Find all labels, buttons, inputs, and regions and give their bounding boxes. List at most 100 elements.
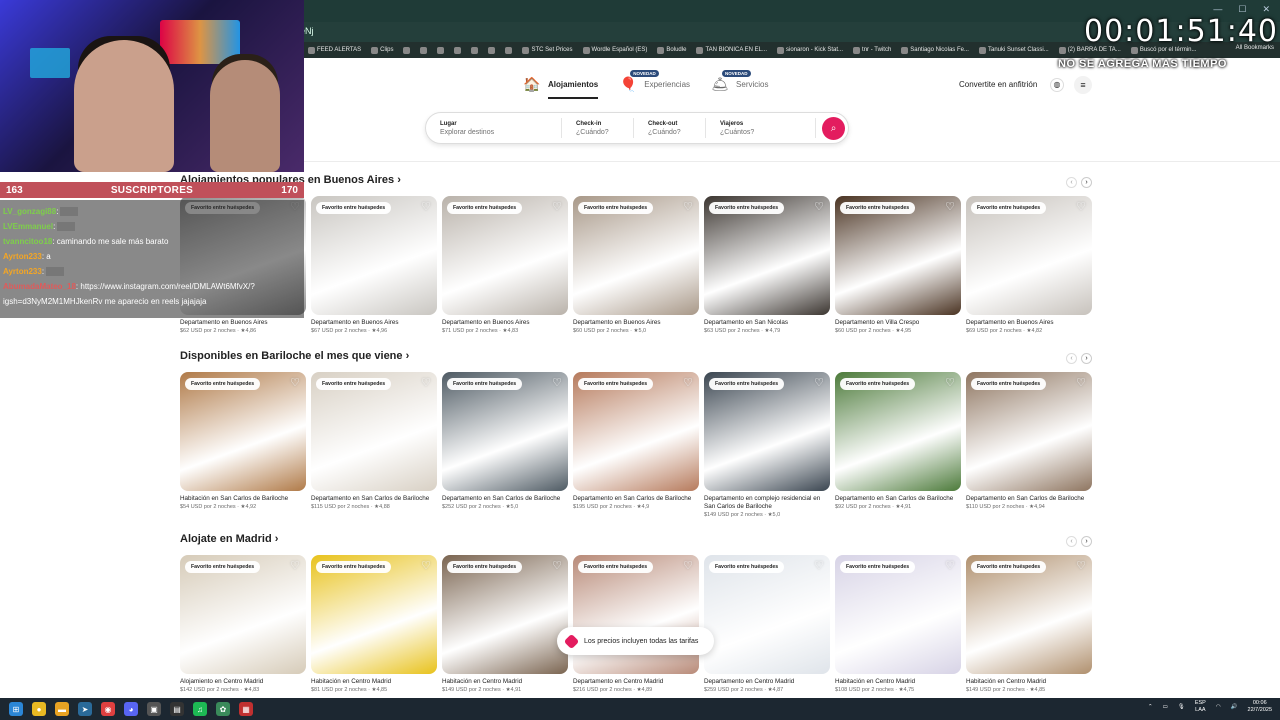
bookmark-item[interactable] [437, 46, 445, 54]
section-title[interactable]: Alojate en Madrid › [180, 533, 278, 545]
listing-photo[interactable]: Favorito entre huéspedes ♡ [180, 372, 306, 491]
listing-photo[interactable]: Favorito entre huéspedes ♡ [835, 196, 961, 315]
discord-icon[interactable]: ◕ [124, 702, 138, 716]
listing-photo[interactable]: Favorito entre huéspedes ♡ [442, 555, 568, 674]
heart-icon[interactable]: ♡ [552, 200, 562, 213]
spotify-icon[interactable]: ♫ [193, 702, 207, 716]
heart-icon[interactable]: ♡ [945, 200, 955, 213]
chevron-right-icon[interactable]: › [1081, 177, 1092, 188]
listing-photo[interactable]: Favorito entre huéspedes ♡ [311, 196, 437, 315]
search-button[interactable]: ⌕ [822, 117, 845, 140]
listing-photo[interactable]: Favorito entre huéspedes ♡ [573, 372, 699, 491]
listing-photo[interactable]: Favorito entre huéspedes ♡ [180, 555, 306, 674]
heart-icon[interactable]: ♡ [1076, 559, 1086, 572]
heart-icon[interactable]: ♡ [421, 559, 431, 572]
heart-icon[interactable]: ♡ [552, 559, 562, 572]
app-tray-icon[interactable]: ▭ [1163, 704, 1168, 710]
listing-photo[interactable]: Favorito entre huéspedes ♡ [311, 372, 437, 491]
listing-photo[interactable]: Favorito entre huéspedes ♡ [966, 196, 1092, 315]
wifi-icon[interactable]: ◠ [1216, 704, 1221, 710]
listing-photo[interactable]: Favorito entre huéspedes ♡ [966, 555, 1092, 674]
listing-photo[interactable]: Favorito entre huéspedes ♡ [835, 372, 961, 491]
heart-icon[interactable]: ♡ [290, 376, 300, 389]
heart-icon[interactable]: ♡ [421, 376, 431, 389]
listing-card[interactable]: Favorito entre huéspedes ♡ Departamento en… [573, 555, 699, 693]
heart-icon[interactable]: ♡ [814, 559, 824, 572]
folder-icon[interactable]: ▬ [55, 702, 69, 716]
listing-card[interactable]: Favorito entre huéspedes ♡ Departamento en… [442, 372, 568, 510]
become-host-link[interactable]: Convertite en anfitrión [959, 80, 1037, 89]
listing-photo[interactable]: Favorito entre huéspedes ♡ [442, 372, 568, 491]
bookmark-item[interactable]: Boludle [657, 46, 686, 54]
heart-icon[interactable]: ♡ [290, 559, 300, 572]
chevron-right-icon[interactable]: › [1081, 353, 1092, 364]
bookmark-item[interactable]: tnr - Twitch [853, 46, 891, 54]
app-icon[interactable]: ✿ [216, 702, 230, 716]
chevron-left-icon[interactable]: ‹ [1066, 353, 1077, 364]
heart-icon[interactable]: ♡ [945, 559, 955, 572]
bookmark-item[interactable]: Wordle Español (ES) [582, 46, 647, 54]
bookmark-item[interactable] [403, 46, 411, 54]
listing-photo[interactable]: Favorito entre huéspedes ♡ [704, 196, 830, 315]
listing-card[interactable]: Favorito entre huéspedes ♡ Departamento en… [573, 196, 699, 334]
listing-card[interactable]: Favorito entre huéspedes ♡ Habitación en S… [180, 372, 306, 510]
listing-card[interactable]: Favorito entre huéspedes ♡ Habitación en C… [835, 555, 961, 693]
app-icon[interactable]: ▤ [170, 702, 184, 716]
listing-card[interactable]: Favorito entre huéspedes ♡ Habitación en C… [966, 555, 1092, 693]
chevron-up-icon[interactable]: ⌃ [1148, 704, 1153, 710]
heart-icon[interactable]: ♡ [421, 200, 431, 213]
chevron-left-icon[interactable]: ‹ [1066, 177, 1077, 188]
listing-card[interactable]: Favorito entre huéspedes ♡ Departamento en… [966, 372, 1092, 510]
menu-icon[interactable]: ≡ [1074, 76, 1092, 94]
tab-servicios[interactable]: 🛎 NOVEDAD Servicios [710, 70, 769, 96]
heart-icon[interactable]: ♡ [945, 376, 955, 389]
listing-card[interactable]: Favorito entre huéspedes ♡ Departamento en… [442, 196, 568, 334]
listing-photo[interactable]: Favorito entre huéspedes ♡ [573, 555, 699, 674]
listing-photo[interactable]: Favorito entre huéspedes ♡ [966, 372, 1092, 491]
bookmark-item[interactable]: FEED ALERTAS [308, 46, 361, 54]
heart-icon[interactable]: ♡ [683, 376, 693, 389]
heart-icon[interactable]: ♡ [683, 559, 693, 572]
listing-card[interactable]: Favorito entre huéspedes ♡ Departamento en… [704, 372, 830, 518]
windows-start-icon[interactable]: ⊞ [9, 702, 23, 716]
chevron-right-icon[interactable]: › [1081, 536, 1092, 547]
listing-card[interactable]: Favorito entre huéspedes ♡ Alojamiento en … [180, 555, 306, 693]
bookmark-item[interactable]: STC Set Prices [522, 46, 573, 54]
checkout-field[interactable]: Check-out ¿Cuándo? [634, 118, 706, 138]
listing-photo[interactable]: Favorito entre huéspedes ♡ [573, 196, 699, 315]
bookmark-item[interactable]: Tanuki Sunset Classi... [978, 46, 1049, 54]
heart-icon[interactable]: ♡ [814, 200, 824, 213]
telegram-icon[interactable]: ➤ [78, 702, 92, 716]
viajeros-field[interactable]: Viajeros ¿Cuántos? [706, 118, 816, 138]
section-title[interactable]: Disponibles en Bariloche el mes que vien… [180, 350, 409, 362]
bookmark-item[interactable]: TAN BIONICA EN EL... [696, 46, 767, 54]
listing-card[interactable]: Favorito entre huéspedes ♡ Departamento en… [835, 372, 961, 510]
bookmark-item[interactable] [454, 46, 462, 54]
listing-card[interactable]: Favorito entre huéspedes ♡ Departamento en… [704, 196, 830, 334]
heart-icon[interactable]: ♡ [1076, 200, 1086, 213]
heart-icon[interactable]: ♡ [552, 376, 562, 389]
obs-icon[interactable]: ◉ [101, 702, 115, 716]
heart-icon[interactable]: ♡ [1076, 376, 1086, 389]
tab-experiencias[interactable]: 🎈 NOVEDAD Experiencias [618, 70, 690, 96]
mic-icon[interactable]: 🎙 [1178, 704, 1185, 710]
bookmark-item[interactable]: sionaron - Kick Stat... [777, 46, 843, 54]
listing-card[interactable]: Favorito entre huéspedes ♡ Departamento en… [835, 196, 961, 334]
bookmark-item[interactable]: Santiago Nicolas Fe... [901, 46, 969, 54]
bookmark-item[interactable]: Clips [371, 46, 393, 54]
listing-photo[interactable]: Favorito entre huéspedes ♡ [835, 555, 961, 674]
checkin-field[interactable]: Check-in ¿Cuándo? [562, 118, 634, 138]
listing-card[interactable]: Favorito entre huéspedes ♡ Departamento en… [704, 555, 830, 693]
volume-icon[interactable]: 🔊 [1231, 704, 1238, 710]
bookmark-item[interactable] [505, 46, 513, 54]
listing-photo[interactable]: Favorito entre huéspedes ♡ [442, 196, 568, 315]
globe-icon[interactable]: ◍ [1050, 78, 1064, 92]
app-icon[interactable]: ▣ [147, 702, 161, 716]
listing-card[interactable]: Favorito entre huéspedes ♡ Habitación en C… [442, 555, 568, 693]
clock[interactable]: 00:06 22/7/2025 [1248, 700, 1272, 714]
listing-photo[interactable]: Favorito entre huéspedes ♡ [311, 555, 437, 674]
listing-card[interactable]: Favorito entre huéspedes ♡ Departamento en… [966, 196, 1092, 334]
listing-photo[interactable]: Favorito entre huéspedes ♡ [704, 372, 830, 491]
listing-card[interactable]: Favorito entre huéspedes ♡ Departamento en… [573, 372, 699, 510]
heart-icon[interactable]: ♡ [683, 200, 693, 213]
